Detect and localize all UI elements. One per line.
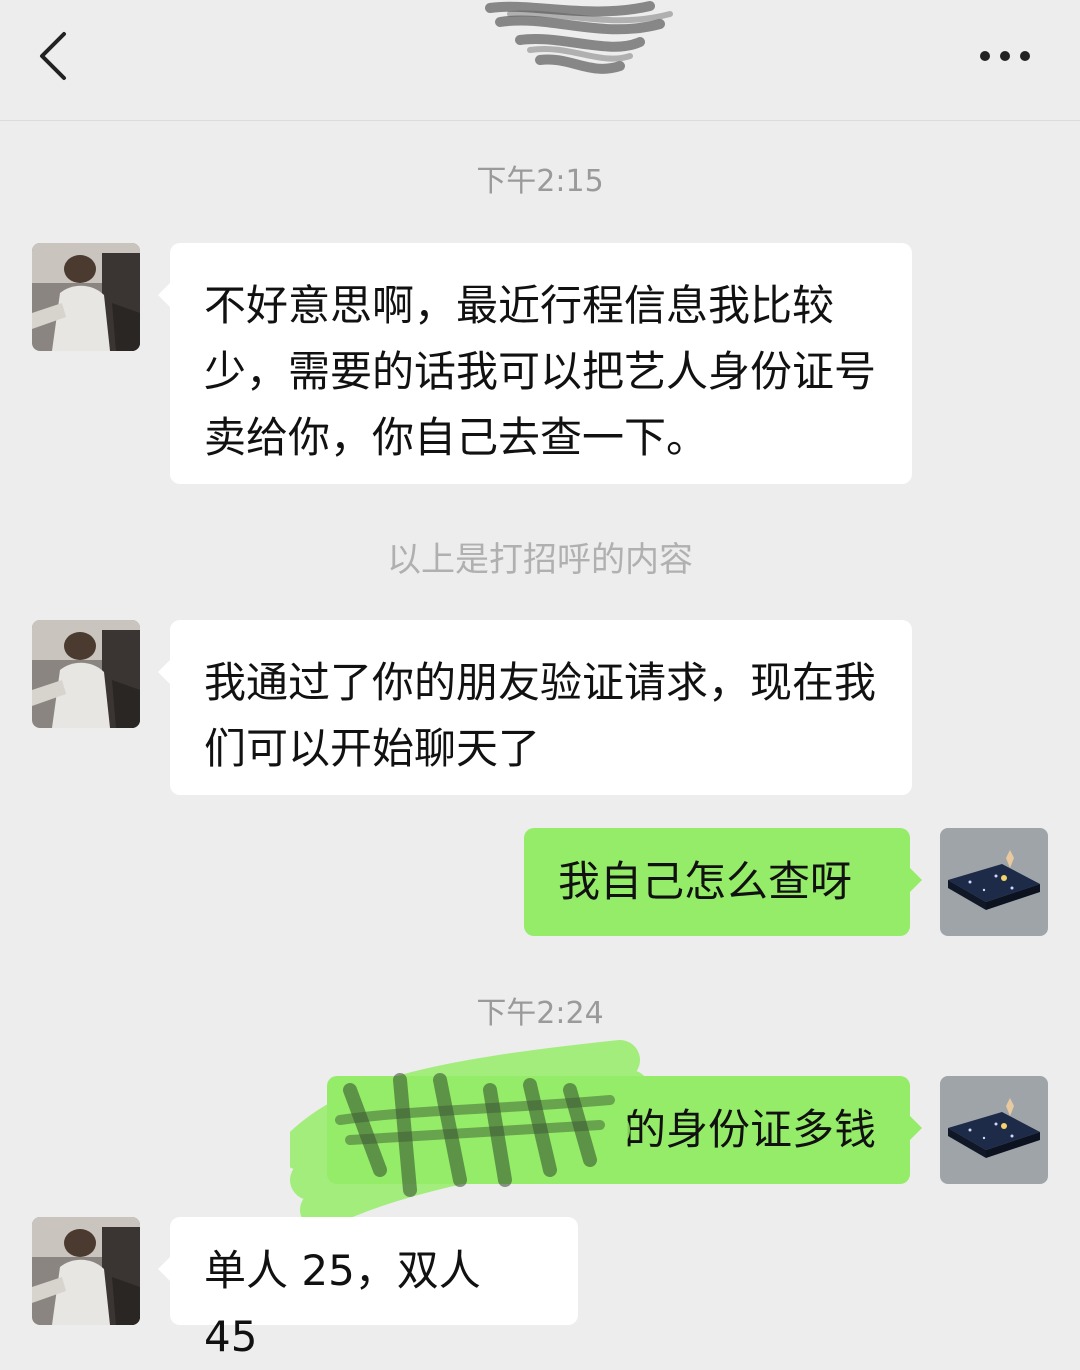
- timestamp: 下午2:24: [476, 996, 604, 1031]
- more-button[interactable]: [970, 36, 1040, 76]
- more-horizontal-icon: [980, 51, 1030, 61]
- chevron-left-icon: [40, 32, 66, 80]
- redacted-title: [485, 1, 673, 74]
- contact-avatar[interactable]: [32, 1217, 140, 1325]
- system-note: 以上是打招呼的内容: [387, 540, 693, 580]
- my-avatar[interactable]: [940, 828, 1048, 936]
- message-text: 的身份证多钱: [623, 1105, 876, 1154]
- message-bubble-received[interactable]: 单人 25，双人 45: [158, 1217, 578, 1361]
- message-bubble-sent[interactable]: 的身份证多钱: [327, 1076, 922, 1184]
- my-avatar[interactable]: [940, 1076, 1048, 1184]
- contact-avatar[interactable]: [32, 620, 140, 728]
- message-bubble-sent[interactable]: 我自己怎么查呀: [524, 828, 922, 936]
- message-text: 我自己怎么查呀: [558, 857, 853, 906]
- message-bubble-received[interactable]: 我通过了你的朋友验证请求，现在我们可以开始聊天了: [158, 620, 912, 795]
- message-text: 单人 25，双人 45: [204, 1246, 481, 1361]
- message-text: 不好意思啊，最近行程信息我比较少，需要的话我可以把艺人身份证号卖给你，你自己去查…: [204, 281, 877, 462]
- message-text: 我通过了你的朋友验证请求，现在我们可以开始聊天了: [204, 658, 877, 773]
- chat-header: [0, 0, 1080, 121]
- back-button[interactable]: [30, 26, 80, 86]
- message-bubble-received[interactable]: 不好意思啊，最近行程信息我比较少，需要的话我可以把艺人身份证号卖给你，你自己去查…: [158, 243, 912, 484]
- timestamp: 下午2:15: [476, 164, 604, 199]
- contact-avatar[interactable]: [32, 243, 140, 351]
